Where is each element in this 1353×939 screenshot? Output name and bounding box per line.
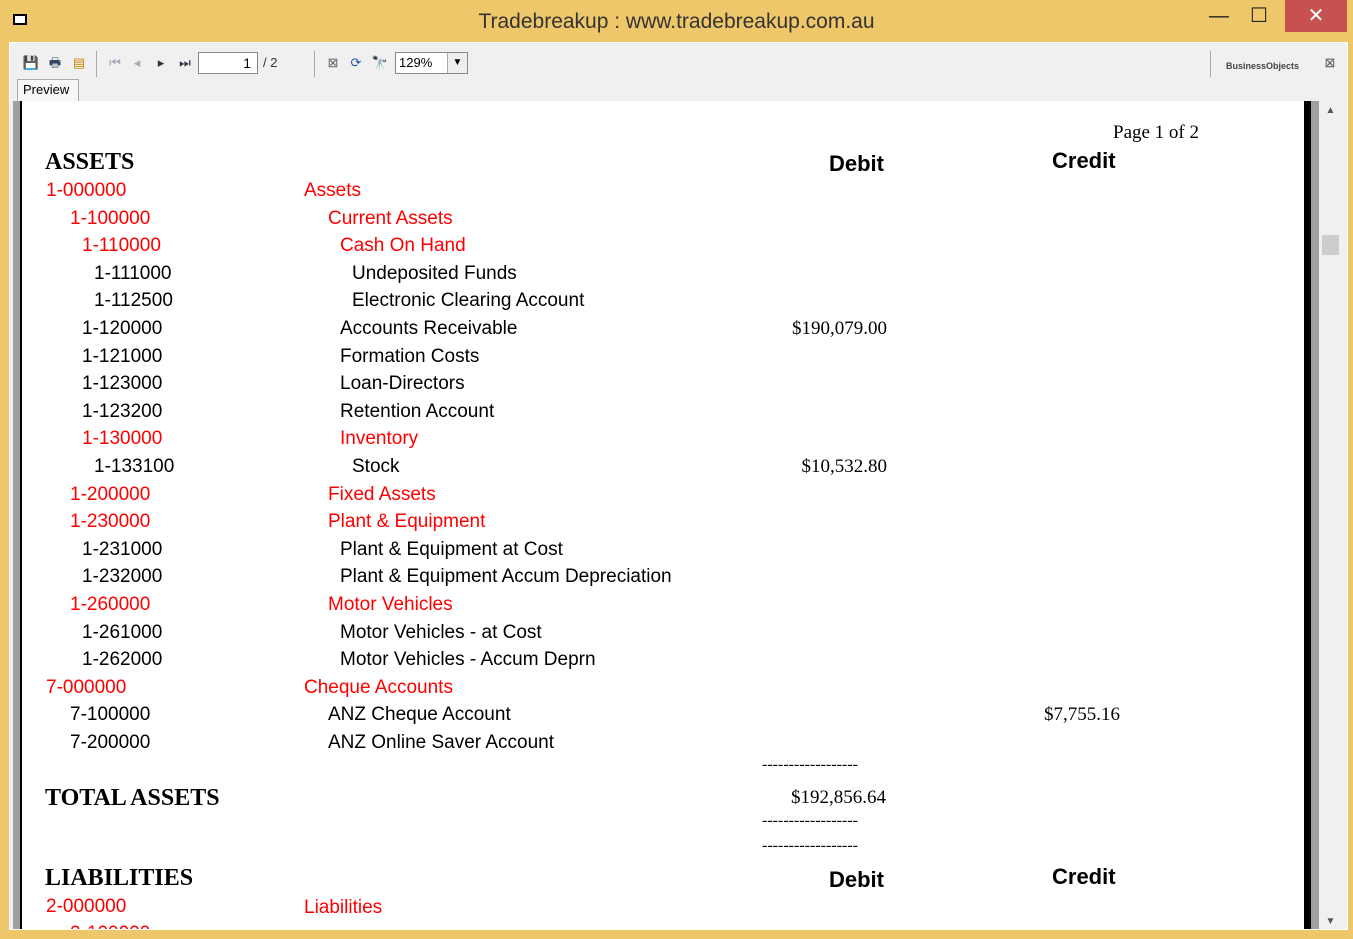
page-shadow-right xyxy=(1311,101,1319,929)
scrollbar-thumb[interactable] xyxy=(1322,235,1339,255)
account-code: 1-121000 xyxy=(82,345,163,367)
separator xyxy=(96,51,97,77)
account-code: 1-232000 xyxy=(82,566,163,588)
liabilities-heading: LIABILITIES xyxy=(45,865,194,891)
account-code: 1-123000 xyxy=(82,373,163,395)
credit-header: Credit xyxy=(1052,148,1116,173)
account-code: 1-262000 xyxy=(82,649,163,671)
rule-line: ------------------ xyxy=(762,756,858,773)
scroll-down-icon[interactable]: ▼ xyxy=(1319,916,1342,927)
report-page: Page 1 of 2 ASSETS Debit Credit 1-000000… xyxy=(13,101,1304,929)
account-name: Assets xyxy=(304,180,362,201)
refresh-icon[interactable]: ⟳ xyxy=(347,54,365,72)
account-code: 1-130000 xyxy=(82,428,163,450)
account-name: Electronic Clearing Account xyxy=(352,290,585,312)
report-preview: Page 1 of 2 ASSETS Debit Credit 1-000000… xyxy=(13,101,1342,929)
debit-header: Debit xyxy=(829,867,884,892)
account-name: Inventory xyxy=(340,428,419,450)
account-code: 2-100000 xyxy=(70,923,150,929)
account-name: Current Assets xyxy=(328,207,453,229)
close-tab-icon[interactable]: ⊠ xyxy=(1321,54,1339,72)
account-code: 1-230000 xyxy=(70,511,151,533)
chevron-down-icon[interactable]: ▼ xyxy=(447,53,467,73)
next-page-icon[interactable]: ▸ xyxy=(152,54,170,72)
account-name: Motor Vehicles - at Cost xyxy=(340,621,542,643)
account-name: Retention Account xyxy=(340,400,495,422)
account-code: 1-112500 xyxy=(94,290,173,312)
assets-heading: ASSETS xyxy=(45,149,135,175)
account-code: 1-123200 xyxy=(82,400,163,422)
account-code: 1-200000 xyxy=(70,483,151,505)
account-name: Formation Costs xyxy=(340,345,480,367)
tab-preview[interactable]: Preview xyxy=(17,79,79,101)
close-view-icon[interactable]: ⊠ xyxy=(324,54,342,72)
account-name: Plant & Equipment Accum Depreciation xyxy=(340,566,672,588)
maximize-button[interactable]: ☐ xyxy=(1236,0,1282,32)
page-number-input[interactable]: 1 xyxy=(198,52,258,74)
account-name: Undeposited Funds xyxy=(352,262,517,284)
window-title: Tradebreakup : www.tradebreakup.com.au xyxy=(478,10,875,33)
page-label: Page 1 of 2 xyxy=(1113,122,1200,143)
page-total: / 2 xyxy=(263,55,278,70)
account-name: Loan-Directors xyxy=(340,373,465,395)
account-name: Plant & Equipment at Cost xyxy=(340,538,563,560)
last-page-icon[interactable]: ⏭ xyxy=(176,54,194,72)
businessobjects-logo: BusinessObjects xyxy=(1226,61,1300,71)
account-code: 1-000000 xyxy=(46,180,127,201)
close-button[interactable]: ✕ xyxy=(1285,0,1347,32)
account-code: 1-261000 xyxy=(82,621,163,643)
zoom-value: 129% xyxy=(399,55,433,70)
vertical-scrollbar[interactable]: ▲ ▼ xyxy=(1319,101,1342,929)
account-code: 1-120000 xyxy=(82,318,163,339)
account-code: 1-100000 xyxy=(70,207,151,229)
print-icon[interactable]: 🖶 xyxy=(46,54,64,72)
account-code: 1-231000 xyxy=(82,538,163,560)
separator xyxy=(314,51,315,77)
debit-amount: $10,532.80 xyxy=(801,456,888,477)
page-border-right xyxy=(1304,101,1311,929)
report-viewer-window: 💾 🖶 ▤ ⏮ ◂ ▸ ⏭ 1 / 2 ⊠ ⟳ 🔭 129% ▼ Business… xyxy=(9,42,1348,930)
total-assets-label: TOTAL ASSETS xyxy=(45,785,220,811)
separator xyxy=(1210,51,1211,77)
search-binoculars-icon[interactable]: 🔭 xyxy=(371,54,389,72)
account-name: Plant & Equipment xyxy=(328,511,486,533)
credit-amount: $7,755.16 xyxy=(1044,704,1120,726)
credit-header: Credit xyxy=(1052,864,1116,889)
account-code: 7-000000 xyxy=(46,676,127,698)
account-name: Cash On Hand xyxy=(340,235,466,257)
debit-amount: $190,079.00 xyxy=(792,318,887,339)
group-tree-icon[interactable]: ▤ xyxy=(70,54,88,72)
account-name: Accounts Receivable xyxy=(340,318,518,339)
rule-line: ------------------ xyxy=(762,812,858,829)
account-code: 1-133100 xyxy=(94,456,175,477)
zoom-select[interactable]: 129% ▼ xyxy=(395,52,468,74)
total-assets-debit: $192,856.64 xyxy=(791,787,886,808)
account-name: Fixed Assets xyxy=(328,483,436,505)
rule-line: ------------------ xyxy=(762,837,858,854)
account-name: ANZ Online Saver Account xyxy=(328,732,554,753)
account-name: Motor Vehicles xyxy=(328,594,453,615)
debit-header: Debit xyxy=(829,151,884,176)
account-name: Cheque Accounts xyxy=(304,676,453,698)
account-code: 1-110000 xyxy=(82,235,161,257)
first-page-icon[interactable]: ⏮ xyxy=(106,54,124,72)
account-name: Liabilities xyxy=(304,897,383,918)
scroll-up-icon[interactable]: ▲ xyxy=(1319,105,1342,116)
account-code: 7-100000 xyxy=(70,704,151,726)
account-code: 2-000000 xyxy=(46,896,127,917)
account-code: 1-111000 xyxy=(94,262,172,284)
title-bar: Tradebreakup : www.tradebreakup.com.au —… xyxy=(0,0,1353,42)
account-name: Motor Vehicles - Accum Deprn xyxy=(340,649,596,671)
export-icon[interactable]: 💾 xyxy=(22,54,40,72)
prev-page-icon[interactable]: ◂ xyxy=(128,54,146,72)
account-code: 7-200000 xyxy=(70,732,151,753)
account-name: ANZ Cheque Account xyxy=(328,704,511,726)
account-code: 1-260000 xyxy=(70,594,151,615)
account-name: Stock xyxy=(352,456,400,477)
